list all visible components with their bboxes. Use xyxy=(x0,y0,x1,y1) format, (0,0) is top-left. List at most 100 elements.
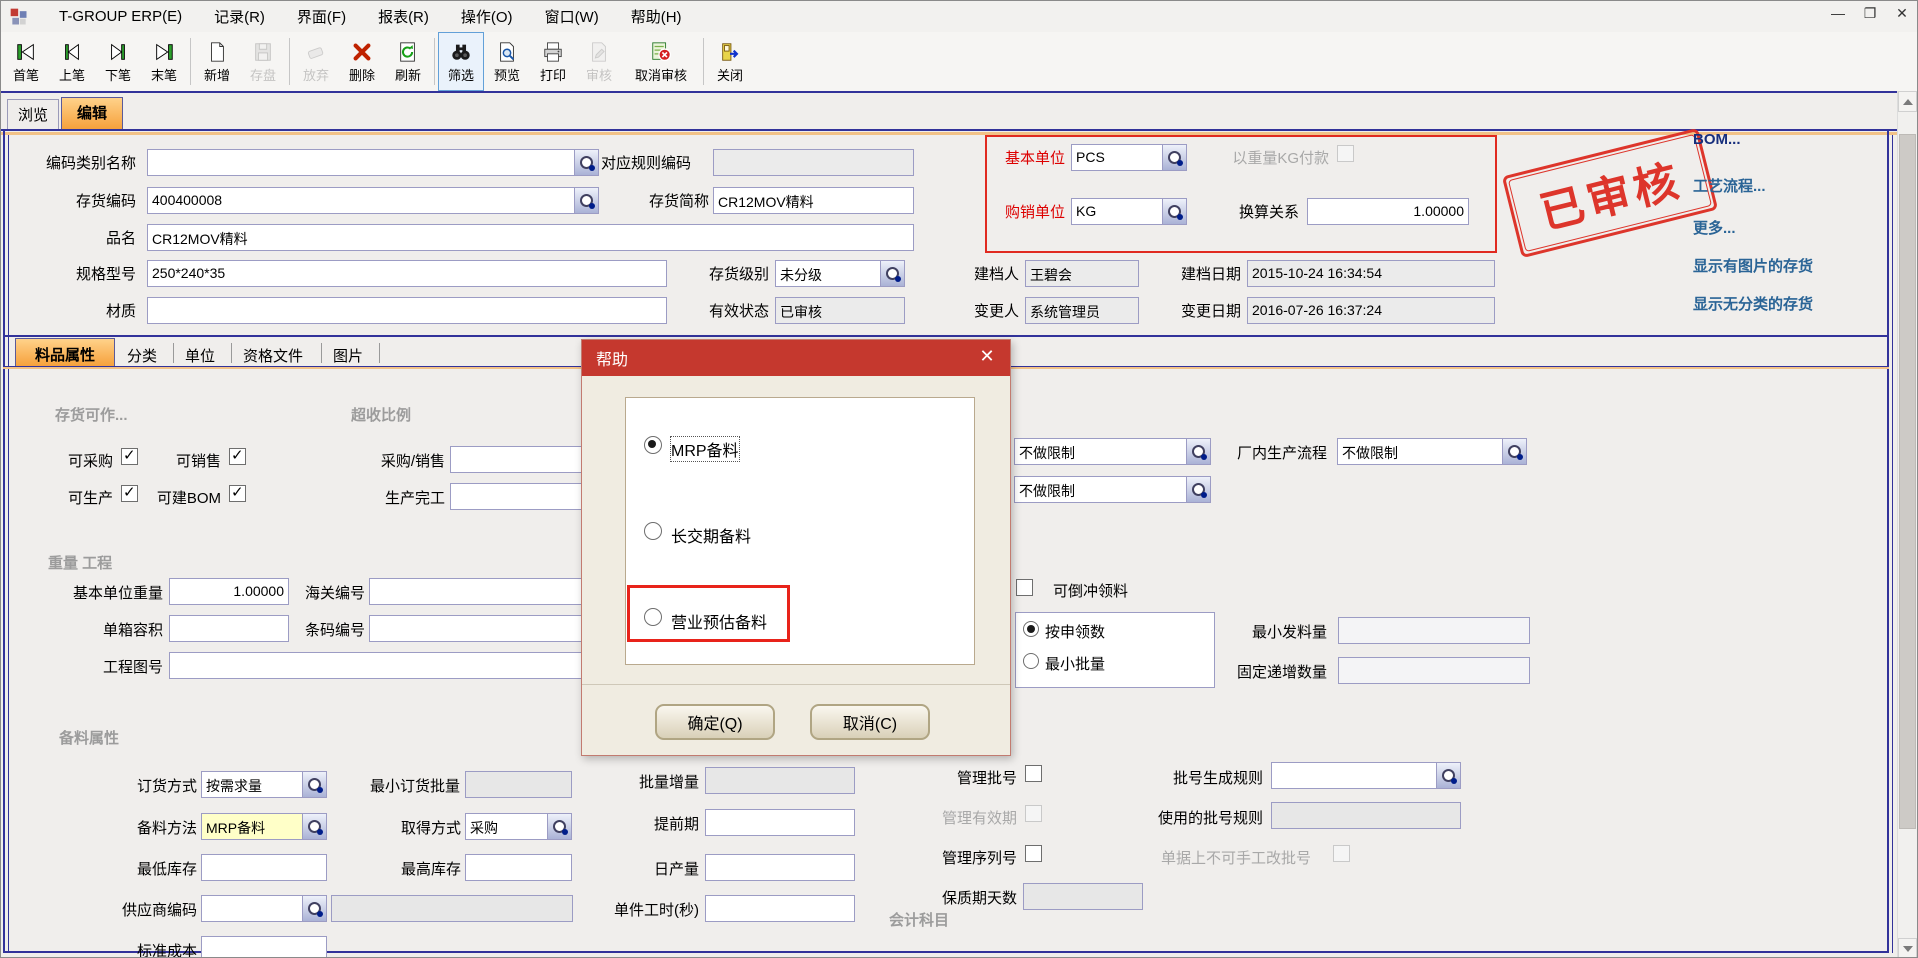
section-account: 会计科目 xyxy=(889,909,949,930)
std-cost-field[interactable] xyxy=(201,936,327,958)
craft-flow-link[interactable]: 工艺流程... xyxy=(1693,175,1766,196)
lead-time-field[interactable] xyxy=(705,809,855,836)
dialog-close-icon[interactable]: ✕ xyxy=(974,346,1000,370)
print-button[interactable]: 打印 xyxy=(530,32,576,91)
daily-output-field[interactable] xyxy=(705,854,855,881)
min-batch-radio[interactable] xyxy=(1023,653,1039,669)
mrp-prep-label[interactable]: MRP备料 xyxy=(671,437,739,461)
cancel-button[interactable]: 取消(C) xyxy=(810,704,930,740)
tab-edit[interactable]: 编辑 xyxy=(61,97,123,129)
menu-report[interactable]: 报表(R) xyxy=(362,2,445,31)
lookup-icon[interactable] xyxy=(574,188,598,213)
lookup-icon[interactable] xyxy=(302,896,326,921)
limit-field-1[interactable]: 不做限制 xyxy=(1014,438,1211,465)
backflush-checkbox[interactable] xyxy=(1016,579,1033,596)
bom-link[interactable]: BOM... xyxy=(1693,131,1741,148)
lookup-icon[interactable] xyxy=(302,772,326,797)
limit-field-2[interactable]: 不做限制 xyxy=(1014,476,1211,503)
lookup-icon[interactable] xyxy=(1436,763,1460,788)
barcode-field[interactable] xyxy=(369,615,586,642)
close-window-button[interactable]: ✕ xyxy=(1893,5,1911,22)
manage-batch-checkbox[interactable] xyxy=(1025,765,1042,782)
ok-button[interactable]: 确定(Q) xyxy=(655,704,775,740)
lookup-icon[interactable] xyxy=(1186,477,1210,502)
restore-button[interactable]: ❐ xyxy=(1861,5,1879,22)
lookup-icon[interactable] xyxy=(880,261,904,286)
supplier-code-field[interactable] xyxy=(201,895,327,922)
tab-pictures[interactable]: 图片 xyxy=(333,338,363,366)
menu-app[interactable]: T-GROUP ERP(E) xyxy=(43,4,198,29)
order-method-field[interactable]: 按需求量 xyxy=(201,771,327,798)
preview-button[interactable]: 预览 xyxy=(484,32,530,91)
refresh-button[interactable]: 刷新 xyxy=(385,32,431,91)
scroll-up-button[interactable] xyxy=(1898,91,1917,112)
menu-help[interactable]: 帮助(H) xyxy=(615,2,698,31)
producible-checkbox[interactable] xyxy=(121,485,138,502)
cancel-audit-button[interactable]: 取消审核 xyxy=(622,32,700,91)
trade-unit-field[interactable]: KG xyxy=(1071,198,1187,225)
factory-flow-field[interactable]: 不做限制 xyxy=(1337,438,1527,465)
menu-operation[interactable]: 操作(O) xyxy=(445,2,529,31)
menu-interface[interactable]: 界面(F) xyxy=(281,2,362,31)
conversion-field[interactable]: 1.00000 xyxy=(1307,198,1469,225)
customs-code-field[interactable] xyxy=(369,578,586,605)
material-field[interactable] xyxy=(147,297,667,324)
item-code-field[interactable]: 400400008 xyxy=(147,187,599,214)
next-record-button[interactable]: 下笔 xyxy=(95,32,141,91)
spec-field[interactable]: 250*240*35 xyxy=(147,260,667,287)
item-short-name-field[interactable]: CR12MOV精料 xyxy=(713,187,914,214)
max-stock-field[interactable] xyxy=(465,854,572,881)
tab-unit[interactable]: 单位 xyxy=(185,338,215,366)
long-leadtime-prep-label[interactable]: 长交期备料 xyxy=(671,523,751,547)
show-with-pictures-link[interactable]: 显示有图片的存货 xyxy=(1693,255,1813,276)
close-button[interactable]: 关闭 xyxy=(707,32,753,91)
tab-classification[interactable]: 分类 xyxy=(127,338,157,366)
minimize-button[interactable]: — xyxy=(1829,5,1847,22)
mrp-prep-radio[interactable] xyxy=(644,436,662,454)
sellable-checkbox[interactable] xyxy=(229,448,246,465)
creator-field: 王碧会 xyxy=(1025,260,1139,287)
lookup-icon[interactable] xyxy=(1162,145,1186,170)
filter-button[interactable]: 筛选 xyxy=(438,32,484,91)
tab-browse[interactable]: 浏览 xyxy=(7,99,59,129)
drawing-no-field[interactable] xyxy=(169,652,586,679)
bom-allowed-checkbox[interactable] xyxy=(229,485,246,502)
prev-record-button[interactable]: 上笔 xyxy=(49,32,95,91)
lookup-icon[interactable] xyxy=(1186,439,1210,464)
item-name-field[interactable]: CR12MOV精料 xyxy=(147,224,914,251)
long-leadtime-prep-radio[interactable] xyxy=(644,522,662,540)
manage-serial-checkbox[interactable] xyxy=(1025,845,1042,862)
box-volume-field[interactable] xyxy=(169,615,289,642)
prod-finish-ratio-field[interactable] xyxy=(450,483,586,510)
purchasable-checkbox[interactable] xyxy=(121,448,138,465)
batch-rule-field[interactable] xyxy=(1271,762,1461,789)
tab-item-properties[interactable]: 料品属性 xyxy=(15,338,115,366)
menu-window[interactable]: 窗口(W) xyxy=(529,2,615,31)
show-unclassified-link[interactable]: 显示无分类的存货 xyxy=(1693,293,1813,314)
last-record-button[interactable]: 末笔 xyxy=(141,32,187,91)
prep-method-field[interactable]: MRP备料 xyxy=(201,813,327,840)
by-request-radio[interactable] xyxy=(1023,621,1039,637)
min-stock-field[interactable] xyxy=(201,854,327,881)
base-unit-field[interactable]: PCS xyxy=(1071,144,1187,171)
lookup-icon[interactable] xyxy=(302,814,326,839)
lookup-icon[interactable] xyxy=(547,814,571,839)
code-category-field[interactable] xyxy=(147,149,599,176)
add-button[interactable]: 新增 xyxy=(194,32,240,91)
base-weight-field[interactable]: 1.00000 xyxy=(169,578,289,605)
scrollbar-thumb[interactable] xyxy=(1899,134,1916,829)
purchase-sale-ratio-field[interactable] xyxy=(450,446,586,473)
help-dialog-titlebar[interactable]: 帮助 xyxy=(582,340,1010,376)
more-link[interactable]: 更多... xyxy=(1693,217,1736,238)
delete-button[interactable]: 删除 xyxy=(339,32,385,91)
lookup-icon[interactable] xyxy=(1162,199,1186,224)
unit-seconds-field[interactable] xyxy=(705,895,855,922)
menu-record[interactable]: 记录(R) xyxy=(198,2,281,31)
lookup-icon[interactable] xyxy=(1502,439,1526,464)
level-field[interactable]: 未分级 xyxy=(775,260,905,287)
tab-qualification-files[interactable]: 资格文件 xyxy=(243,338,303,366)
first-record-button[interactable]: 首笔 xyxy=(3,32,49,91)
supplier-name-field xyxy=(331,895,573,922)
scroll-down-button[interactable] xyxy=(1898,938,1917,958)
acquire-method-field[interactable]: 采购 xyxy=(465,813,572,840)
